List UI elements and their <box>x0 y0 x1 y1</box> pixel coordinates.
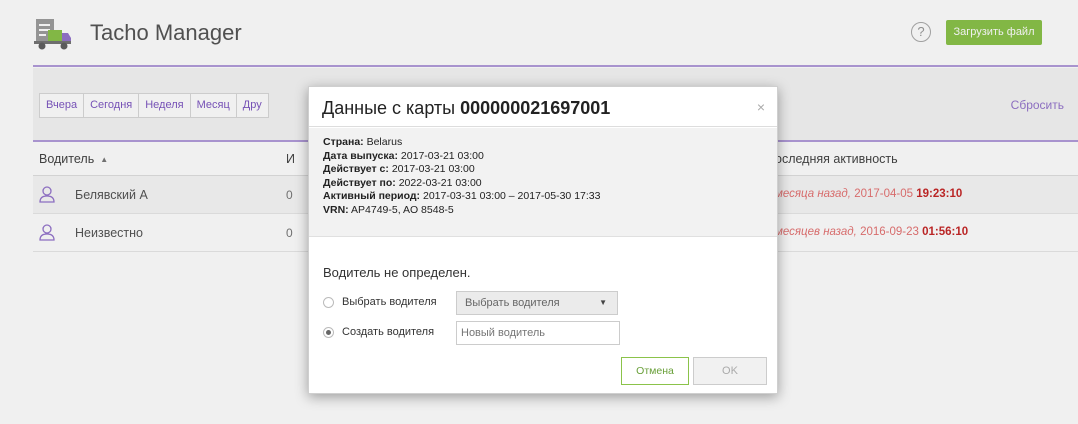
create-driver-radio[interactable] <box>323 327 334 338</box>
ok-button[interactable]: OK <box>693 357 767 385</box>
driver-select-value: Выбрать водителя <box>465 297 560 309</box>
info-vrn: VRN: AP4749-5, AO 8548-5 <box>323 204 763 218</box>
info-key: Действует по: <box>323 176 396 189</box>
select-driver-radio[interactable] <box>323 297 334 308</box>
info-value: 2022-03-21 03:00 <box>398 176 482 189</box>
dialog-header: Данные с карты 000000021697001 × <box>309 87 777 127</box>
card-number: 000000021697001 <box>460 98 611 118</box>
info-value: 2017-03-31 03:00 – 2017-05-30 17:33 <box>422 190 601 202</box>
info-country: Страна: Belarus <box>323 136 763 150</box>
select-driver-label[interactable]: Выбрать водителя <box>342 296 437 308</box>
info-value: 2017-03-21 03:00 <box>400 149 484 162</box>
info-key: Активный период: <box>323 190 421 202</box>
page: Tacho Manager ? Загрузить файл Вчера Сег… <box>0 0 1078 424</box>
info-value: AP4749-5, AO 8548-5 <box>351 203 454 216</box>
card-data-dialog: Данные с карты 000000021697001 × Страна:… <box>308 86 778 394</box>
info-key: Дата выпуска: <box>323 149 398 162</box>
driver-select-dropdown[interactable]: Выбрать водителя ▼ <box>456 291 618 315</box>
close-icon[interactable]: × <box>757 99 765 115</box>
caret-down-icon: ▼ <box>599 298 607 307</box>
info-issue-date: Дата выпуска: 2017-03-21 03:00 <box>323 150 763 164</box>
info-key: Страна: <box>323 136 364 148</box>
create-driver-label[interactable]: Создать водителя <box>342 326 434 338</box>
info-key: Действует с: <box>323 163 389 175</box>
dialog-title: Данные с карты 000000021697001 <box>322 98 610 119</box>
driver-status-text: Водитель не определен. <box>323 265 471 280</box>
info-valid-to: Действует по: 2022-03-21 03:00 <box>323 177 763 191</box>
dialog-body: Водитель не определен. Выбрать водителя … <box>309 238 777 393</box>
info-key: VRN: <box>323 203 349 216</box>
dialog-title-prefix: Данные с карты <box>322 98 456 118</box>
info-value: 2017-03-21 03:00 <box>391 163 475 175</box>
info-active-period: Активный период: 2017-03-31 03:00 – 2017… <box>323 190 763 204</box>
card-info-panel: Страна: Belarus Дата выпуска: 2017-03-21… <box>309 128 777 237</box>
cancel-button[interactable]: Отмена <box>621 357 689 385</box>
new-driver-input[interactable] <box>456 321 620 345</box>
info-value: Belarus <box>366 136 403 148</box>
info-valid-from: Действует с: 2017-03-21 03:00 <box>323 163 763 177</box>
